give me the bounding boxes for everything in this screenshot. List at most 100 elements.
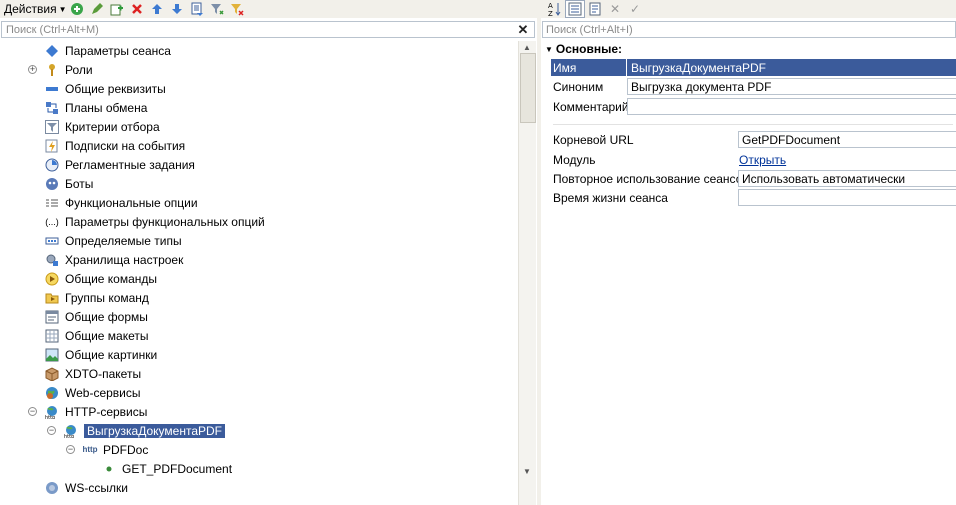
functional-option-params-icon: (...) bbox=[45, 216, 59, 227]
tree-item-common-forms[interactable]: Общие формы bbox=[44, 307, 148, 326]
tree-item-label: Параметры сеанса bbox=[65, 43, 171, 58]
tree-item-common-commands[interactable]: Общие команды bbox=[44, 269, 157, 288]
tree-item-url-template[interactable]: − http PDFDoc bbox=[66, 440, 149, 459]
tree-item-label: Общие команды bbox=[65, 271, 158, 286]
name-field[interactable]: ВыгрузкаДокументаPDF bbox=[627, 59, 956, 76]
tree-item-event-subscriptions[interactable]: Подписки на события bbox=[44, 136, 185, 155]
add-icon[interactable] bbox=[67, 0, 87, 18]
root-url-field[interactable]: GetPDFDocument bbox=[738, 131, 956, 148]
settings-storage-icon bbox=[44, 252, 60, 268]
session-reuse-select[interactable]: Использовать автоматически bbox=[738, 170, 956, 187]
tree-item-common-attributes[interactable]: Общие реквизиты bbox=[44, 79, 166, 98]
expand-icon[interactable]: + bbox=[28, 65, 37, 74]
properties-toolbar: AZ ✕ ✓ bbox=[541, 0, 956, 18]
session-lifetime-field[interactable] bbox=[738, 189, 956, 206]
tree-item-label: XDTO-пакеты bbox=[65, 366, 142, 381]
tree-item-label: ВыгрузкаДокументаPDF bbox=[84, 423, 226, 438]
name-label: Имя bbox=[551, 59, 626, 76]
filter-criteria-icon bbox=[44, 119, 60, 135]
tree-item-web-services[interactable]: Web-сервисы bbox=[44, 383, 141, 402]
tree-item-label: PDFDoc bbox=[103, 442, 149, 457]
tree-item-session-params[interactable]: Параметры сеанса bbox=[44, 41, 171, 60]
common-forms-icon bbox=[44, 309, 60, 325]
clear-search-icon[interactable]: ✕ bbox=[516, 22, 530, 38]
tree-toolbar: Действия ▼ bbox=[0, 0, 537, 18]
tree-item-command-groups[interactable]: Группы команд bbox=[44, 288, 149, 307]
clear-filter-icon[interactable] bbox=[227, 0, 247, 18]
tree-item-label: GET_PDFDocument bbox=[122, 461, 233, 476]
web-services-icon bbox=[44, 385, 60, 401]
tree-item-roles[interactable]: + Роли bbox=[28, 60, 93, 79]
filter-icon[interactable] bbox=[207, 0, 227, 18]
tree-item-bots[interactable]: Боты bbox=[44, 174, 93, 193]
xdto-packages-icon bbox=[44, 366, 60, 382]
tree-item-defined-types[interactable]: Определяемые типы bbox=[44, 231, 182, 250]
tree-item-label: Определяемые типы bbox=[65, 233, 182, 248]
tree-item-http-service-selected[interactable]: − http ВыгрузкаДокументаPDF bbox=[47, 421, 226, 440]
collapse-icon[interactable]: − bbox=[66, 445, 75, 454]
sort-alphabetical-icon[interactable]: AZ bbox=[545, 0, 565, 18]
event-subscriptions-icon bbox=[44, 138, 60, 154]
collapse-triangle-icon[interactable]: ▼ bbox=[545, 45, 553, 54]
module-open-link[interactable]: Открыть bbox=[739, 151, 786, 168]
scroll-down-icon[interactable]: ▼ bbox=[523, 467, 531, 476]
tree-scrollbar[interactable]: ▲ ▼ bbox=[518, 41, 536, 505]
tree-item-settings-storage[interactable]: Хранилища настроек bbox=[44, 250, 183, 269]
group-main[interactable]: ▼ Основные: bbox=[545, 42, 622, 56]
tree-item-ws-links[interactable]: WS-ссылки bbox=[44, 478, 128, 497]
tree-item-xdto-packages[interactable]: XDTO-пакеты bbox=[44, 364, 141, 383]
synonym-label: Синоним bbox=[553, 79, 604, 94]
tree-item-scheduled-jobs[interactable]: Регламентные задания bbox=[44, 155, 195, 174]
defined-types-icon bbox=[44, 233, 60, 249]
tree-item-label: WS-ссылки bbox=[65, 480, 128, 495]
cancel-icon[interactable]: ✕ bbox=[605, 0, 625, 18]
tree-item-label: Общие макеты bbox=[65, 328, 149, 343]
common-pictures-icon bbox=[44, 347, 60, 363]
tree-search-input[interactable]: Поиск (Ctrl+Alt+M) ✕ bbox=[1, 21, 535, 38]
scheduled-jobs-icon bbox=[44, 157, 60, 173]
tree-item-common-templates[interactable]: Общие макеты bbox=[44, 326, 149, 345]
properties-search-input[interactable]: Поиск (Ctrl+Alt+I) bbox=[542, 21, 956, 38]
role-key-icon bbox=[44, 62, 60, 78]
apply-icon[interactable]: ✓ bbox=[625, 0, 645, 18]
url-template-icon: http bbox=[82, 445, 98, 454]
session-params-icon bbox=[44, 43, 60, 59]
svg-text:http: http bbox=[45, 415, 55, 419]
actions-menu[interactable]: Действия ▼ bbox=[0, 0, 67, 18]
synonym-field[interactable]: Выгрузка документа PDF bbox=[627, 78, 956, 95]
tree-item-label: Боты bbox=[65, 176, 94, 191]
tree-item-functional-options[interactable]: Функциональные опции bbox=[44, 193, 198, 212]
tree-item-exchange-plans[interactable]: Планы обмена bbox=[44, 98, 147, 117]
sort-icon[interactable] bbox=[187, 0, 207, 18]
tree-item-label: Планы обмена bbox=[65, 100, 148, 115]
collapse-icon[interactable]: − bbox=[28, 407, 37, 416]
tree-item-method[interactable]: GET_PDFDocument bbox=[101, 459, 232, 478]
actions-label: Действия bbox=[4, 2, 57, 16]
collapse-icon[interactable]: − bbox=[47, 426, 56, 435]
tree-item-filter-criteria[interactable]: Критерии отбора bbox=[44, 117, 160, 136]
svg-text:A: A bbox=[548, 2, 553, 10]
property-pages-icon[interactable] bbox=[585, 0, 605, 18]
tree-item-common-pictures[interactable]: Общие картинки bbox=[44, 345, 157, 364]
comment-label: Комментарий bbox=[553, 99, 629, 114]
metadata-tree-panel: Действия ▼ Поиск (Ctrl+Alt+M) ✕ Параметр… bbox=[0, 0, 537, 505]
move-down-icon[interactable] bbox=[167, 0, 187, 18]
scroll-up-icon[interactable]: ▲ bbox=[523, 43, 531, 52]
copy-icon[interactable] bbox=[107, 0, 127, 18]
delete-icon[interactable] bbox=[127, 0, 147, 18]
comment-field[interactable] bbox=[627, 98, 956, 115]
tree-item-label: Параметры функциональных опций bbox=[65, 214, 265, 229]
tree-item-label: HTTP-сервисы bbox=[65, 404, 148, 419]
properties-search-placeholder: Поиск (Ctrl+Alt+I) bbox=[546, 23, 633, 36]
scrollbar-thumb[interactable] bbox=[520, 53, 536, 123]
method-dot-icon bbox=[101, 461, 117, 477]
tree-item-http-services[interactable]: − http HTTP-сервисы bbox=[28, 402, 148, 421]
move-up-icon[interactable] bbox=[147, 0, 167, 18]
common-templates-icon bbox=[44, 328, 60, 344]
edit-icon[interactable] bbox=[87, 0, 107, 18]
tree-item-functional-option-params[interactable]: (...) Параметры функциональных опций bbox=[44, 212, 265, 231]
categories-icon[interactable] bbox=[565, 0, 585, 18]
http-service-icon: http bbox=[63, 423, 79, 439]
svg-text:Z: Z bbox=[548, 10, 553, 17]
tree-item-label: Роли bbox=[65, 62, 93, 77]
